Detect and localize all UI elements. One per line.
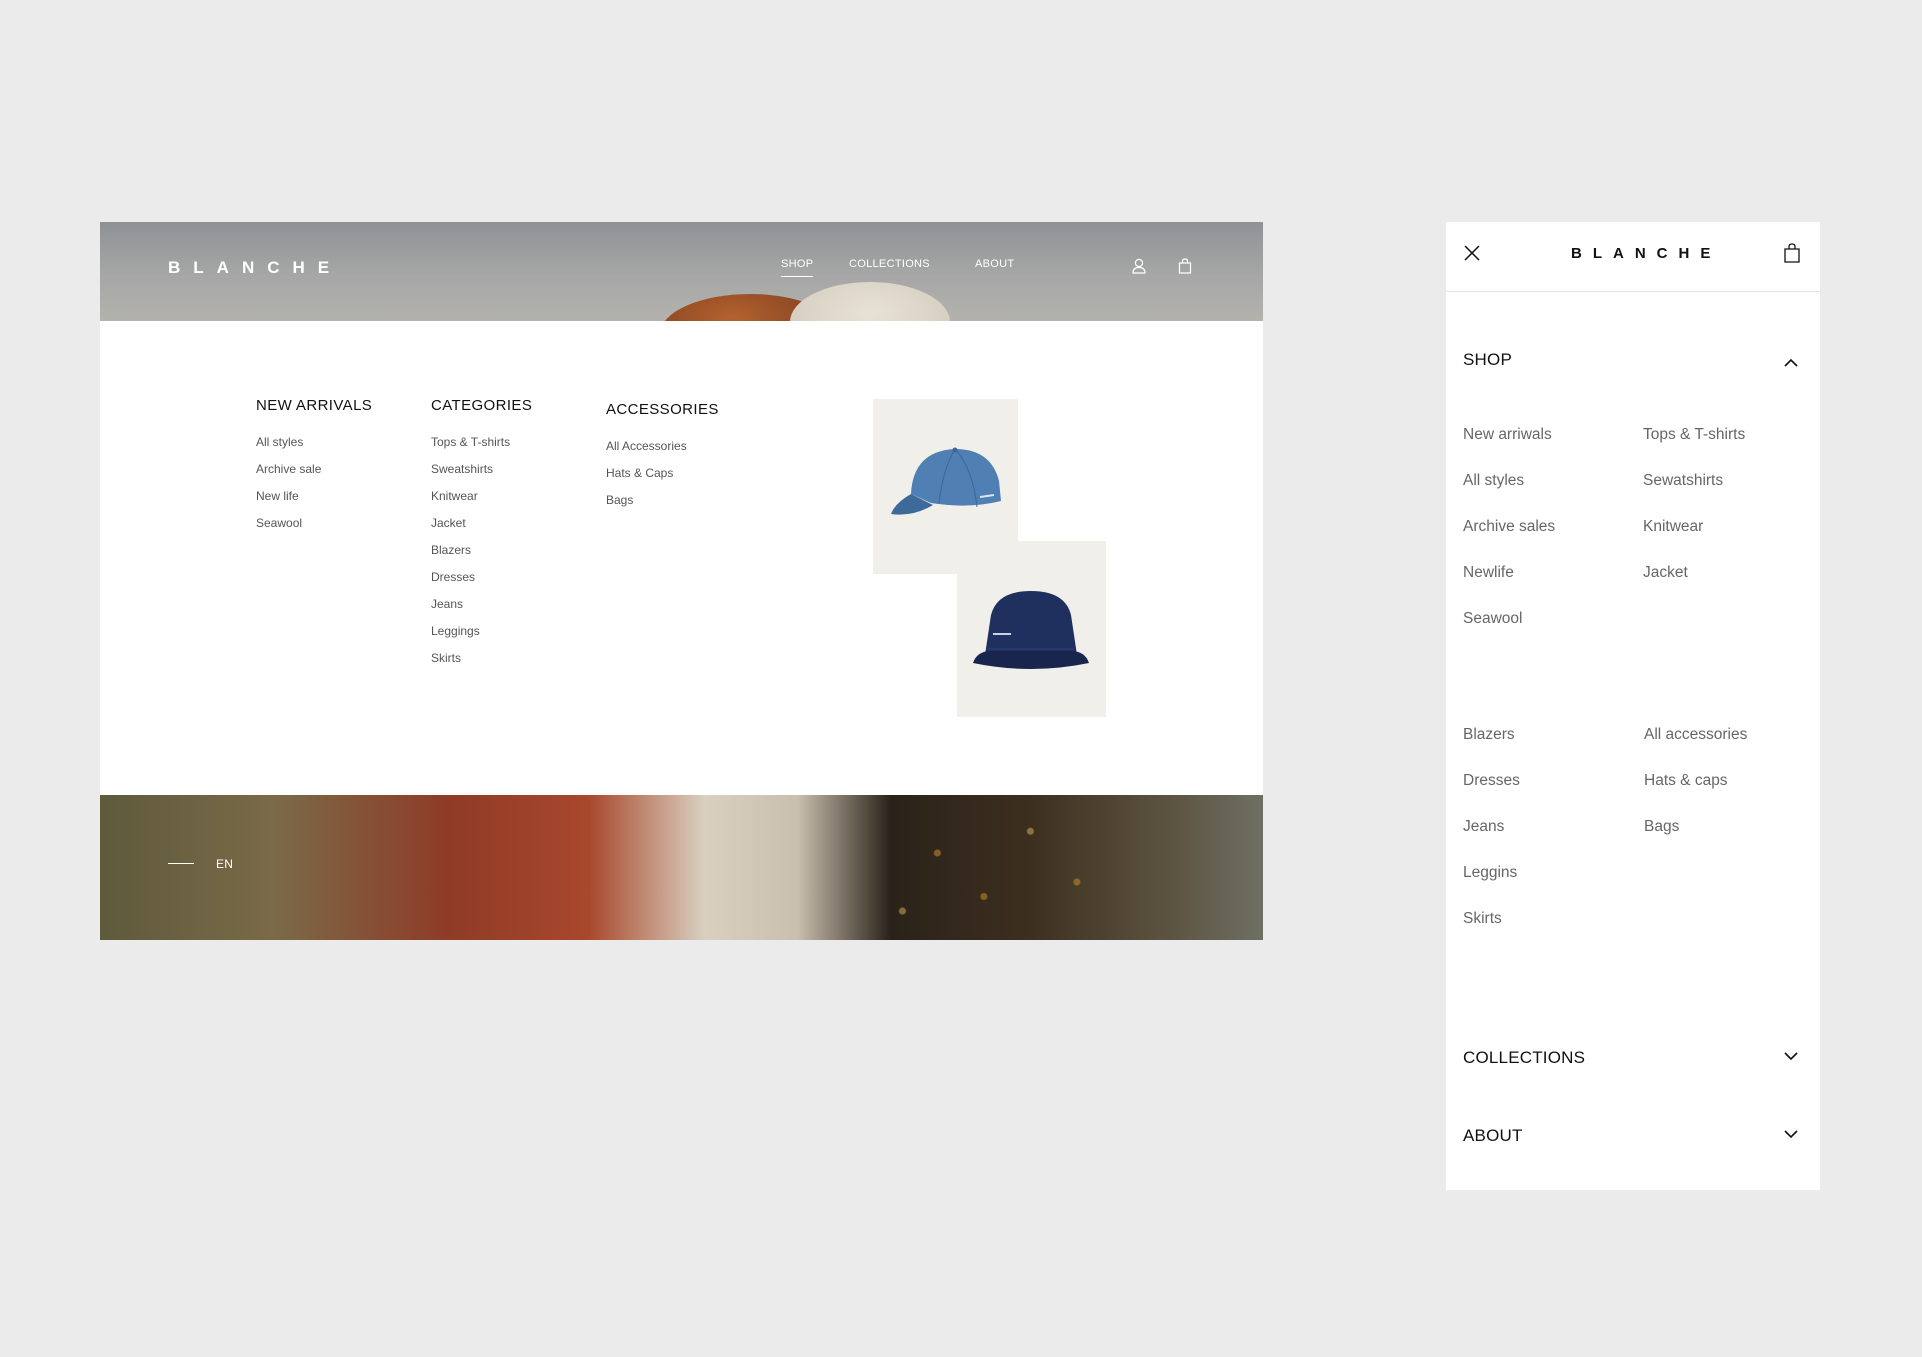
menu-column-new-arrivals: NEW ARRIVALS All styles Archive sale New… bbox=[256, 397, 372, 543]
language-switch[interactable]: EN bbox=[216, 857, 233, 871]
mobile-logo[interactable]: BLANCHE bbox=[1571, 245, 1721, 262]
header-photo-hat bbox=[790, 282, 950, 321]
close-icon[interactable] bbox=[1463, 244, 1481, 262]
menu-heading[interactable]: NEW ARRIVALS bbox=[256, 397, 372, 414]
desktop-header: BLANCHE SHOP COLLECTIONS ABOUT bbox=[100, 222, 1263, 321]
menu-link[interactable]: Sweatshirts bbox=[431, 462, 532, 489]
mobile-link[interactable]: Tops & T-shirts bbox=[1643, 426, 1745, 444]
mobile-link[interactable]: New arriwals bbox=[1463, 426, 1552, 444]
mobile-link[interactable]: Knitwear bbox=[1643, 518, 1703, 536]
menu-link[interactable]: Hats & Caps bbox=[606, 466, 719, 493]
bucket-hat-image bbox=[973, 591, 1089, 669]
desktop-logo[interactable]: BLANCHE bbox=[168, 258, 342, 278]
menu-link[interactable]: Archive sale bbox=[256, 462, 372, 489]
menu-link[interactable]: Tops & T-shirts bbox=[431, 435, 532, 462]
section-collections[interactable]: COLLECTIONS bbox=[1463, 1048, 1585, 1068]
menu-link[interactable]: Blazers bbox=[431, 543, 532, 570]
mobile-link[interactable]: Dresses bbox=[1463, 772, 1520, 790]
mobile-link[interactable]: Jeans bbox=[1463, 818, 1504, 836]
shopping-bag-icon[interactable] bbox=[1782, 242, 1802, 264]
mobile-link[interactable]: All styles bbox=[1463, 472, 1524, 490]
nav-about[interactable]: ABOUT bbox=[975, 258, 1014, 270]
product-card-bucket-hat[interactable] bbox=[957, 541, 1106, 717]
mobile-link[interactable]: Bags bbox=[1644, 818, 1679, 836]
menu-link[interactable]: Jeans bbox=[431, 597, 532, 624]
menu-link[interactable]: Dresses bbox=[431, 570, 532, 597]
menu-link[interactable]: Jacket bbox=[431, 516, 532, 543]
nav-shop[interactable]: SHOP bbox=[781, 258, 814, 277]
menu-heading[interactable]: CATEGORIES bbox=[431, 397, 532, 414]
chevron-down-icon[interactable] bbox=[1783, 1051, 1799, 1061]
menu-column-categories: CATEGORIES Tops & T-shirts Sweatshirts K… bbox=[431, 397, 532, 678]
mobile-mockup: BLANCHE SHOP New arriwals All styles Arc… bbox=[1446, 222, 1820, 1190]
menu-link[interactable]: Leggings bbox=[431, 624, 532, 651]
menu-link[interactable]: Knitwear bbox=[431, 489, 532, 516]
mobile-link[interactable]: Blazers bbox=[1463, 726, 1515, 744]
mobile-header: BLANCHE bbox=[1446, 222, 1820, 292]
menu-heading[interactable]: ACCESSORIES bbox=[606, 401, 719, 418]
mobile-link[interactable]: All accessories bbox=[1644, 726, 1747, 744]
menu-link[interactable]: Bags bbox=[606, 493, 719, 520]
mobile-link[interactable]: Archive sales bbox=[1463, 518, 1555, 536]
mobile-link[interactable]: Hats & caps bbox=[1644, 772, 1728, 790]
nav-collections[interactable]: COLLECTIONS bbox=[849, 258, 930, 270]
menu-link[interactable]: Skirts bbox=[431, 651, 532, 678]
mobile-link[interactable]: Skirts bbox=[1463, 910, 1502, 928]
mobile-link[interactable]: Newlife bbox=[1463, 564, 1514, 582]
menu-link[interactable]: All Accessories bbox=[606, 439, 719, 466]
language-divider bbox=[168, 863, 194, 864]
section-about[interactable]: ABOUT bbox=[1463, 1126, 1523, 1146]
menu-column-accessories: ACCESSORIES All Accessories Hats & Caps … bbox=[606, 401, 719, 520]
user-icon[interactable] bbox=[1130, 257, 1148, 275]
shopping-bag-icon[interactable] bbox=[1176, 257, 1194, 275]
mobile-link[interactable]: Jacket bbox=[1643, 564, 1688, 582]
chevron-down-icon[interactable] bbox=[1783, 1129, 1799, 1139]
desktop-mockup: BLANCHE SHOP COLLECTIONS ABOUT NEW ARRIV… bbox=[100, 222, 1263, 940]
mobile-link[interactable]: Seawool bbox=[1463, 610, 1522, 628]
menu-link[interactable]: New life bbox=[256, 489, 372, 516]
mobile-link[interactable]: Leggins bbox=[1463, 864, 1517, 882]
menu-link[interactable]: Seawool bbox=[256, 516, 372, 543]
section-shop[interactable]: SHOP bbox=[1463, 350, 1512, 370]
chevron-up-icon[interactable] bbox=[1783, 358, 1799, 368]
mobile-link[interactable]: Sewatshirts bbox=[1643, 472, 1723, 490]
desktop-footer: EN bbox=[100, 795, 1263, 940]
menu-link[interactable]: All styles bbox=[256, 435, 372, 462]
footer-photo bbox=[100, 795, 1263, 940]
